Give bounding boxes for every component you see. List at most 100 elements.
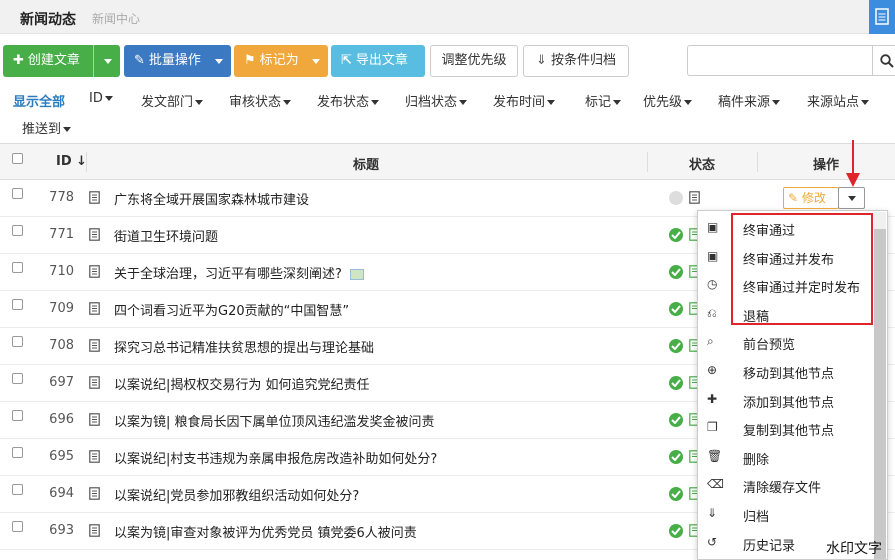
row-title-link[interactable]: 关于全球治理，习近平有哪些深刻阐述? — [114, 263, 364, 282]
row-checkbox[interactable] — [12, 447, 23, 458]
row-title-link[interactable]: 街道卫生环境问题 — [114, 226, 218, 245]
chevron-down-icon — [215, 59, 223, 64]
row-id: 778 — [49, 190, 74, 205]
move-icon: ⊕ — [707, 363, 718, 377]
chevron-down-icon — [195, 100, 204, 105]
menu-item-plus[interactable]: ✚ 添加到其他节点 — [698, 386, 874, 414]
menu-item-move[interactable]: ⊕ 移动到其他节点 — [698, 357, 874, 385]
export-article-button[interactable]: ⇱ 导出文章 — [331, 45, 425, 77]
document-icon — [89, 228, 100, 245]
top-bar: 新闻动态 新闻中心 — [0, 0, 895, 34]
export-icon: ⇱ — [341, 53, 352, 68]
menu-scrollbar-thumb[interactable] — [874, 229, 886, 559]
create-article-button[interactable]: ✚ 创建文章 — [3, 45, 120, 77]
row-title-link[interactable]: 广东将全域开展国家森林城市建设 — [114, 189, 309, 208]
chevron-down-icon — [104, 96, 113, 101]
chevron-down-icon — [371, 100, 380, 105]
edit-icon: ✎ — [788, 191, 799, 205]
image-icon — [349, 269, 364, 280]
watermark-text: 水印文字 — [826, 541, 882, 557]
row-title-link[interactable]: 以案为镜| 粮食局长因下属单位顶风违纪滥发奖金被问责 — [114, 411, 435, 430]
filter-archive-status[interactable]: 归档状态 — [405, 91, 468, 110]
document-icon — [89, 265, 100, 282]
filter-show-all[interactable]: 显示全部 — [13, 91, 65, 110]
annotation-arrow-head — [846, 173, 860, 187]
mark-as-button[interactable]: ⚑ 标记为 — [234, 45, 328, 77]
row-title-link[interactable]: 以案说纪|党员参加邪教组织活动如何处分? — [114, 485, 359, 504]
menu-item-clear-cache[interactable]: ⌫ 清除缓存文件 — [698, 471, 874, 499]
annotation-highlight-box — [731, 213, 873, 325]
menu-item-copy[interactable]: ❐ 复制到其他节点 — [698, 414, 874, 442]
row-id: 694 — [49, 486, 74, 501]
row-checkbox[interactable] — [12, 225, 23, 236]
chevron-down-icon — [861, 100, 870, 105]
document-status-icon — [689, 191, 700, 208]
filter-source[interactable]: 稿件来源 — [718, 91, 781, 110]
adjust-priority-button[interactable]: 调整优先级 — [430, 45, 518, 77]
row-checkbox[interactable] — [12, 484, 23, 495]
select-all-checkbox[interactable] — [12, 153, 23, 164]
approve-icon: ▣ — [707, 220, 719, 234]
menu-item-trash[interactable]: 🗑 删除 — [698, 443, 874, 471]
row-checkbox[interactable] — [12, 521, 23, 532]
status-pending-icon — [669, 191, 683, 205]
row-title-link[interactable]: 四个词看习近平为G20贡献的“中国智慧” — [114, 300, 349, 319]
status-approved-icon — [669, 302, 683, 316]
table-header: ID ↓ 标题 状态 操作 — [0, 143, 895, 180]
breadcrumb[interactable]: 新闻中心 — [92, 10, 140, 27]
history-icon: ↺ — [707, 534, 718, 549]
more-actions-toggle[interactable] — [838, 187, 865, 209]
chevron-down-icon — [63, 127, 72, 132]
row-checkbox[interactable] — [12, 188, 23, 199]
filter-bar: 显示全部 ID 发文部门 审核状态 发布状态 归档状态 发布时间 标记 优先级 … — [0, 88, 895, 140]
document-icon — [89, 450, 100, 467]
filter-publish-status[interactable]: 发布状态 — [317, 91, 380, 110]
filter-publish-time[interactable]: 发布时间 — [493, 91, 556, 110]
filter-department[interactable]: 发文部门 — [141, 91, 204, 110]
clear-cache-icon: ⌫ — [707, 477, 724, 492]
search-input[interactable] — [687, 45, 873, 76]
row-id: 696 — [49, 412, 74, 427]
clock-icon: ◷ — [707, 277, 718, 292]
document-corner-button[interactable] — [869, 0, 895, 34]
chevron-down-icon[interactable] — [104, 59, 112, 64]
page-title: 新闻动态 — [20, 12, 76, 28]
copy-icon: ❐ — [707, 420, 718, 435]
search-button[interactable] — [872, 45, 895, 76]
archive-by-condition-button[interactable]: ⇓ 按条件归档 — [523, 45, 629, 77]
chevron-down-icon — [547, 100, 556, 105]
tag-icon: ⚑ — [244, 53, 256, 68]
row-title-link[interactable]: 以案说纪|揭权权交易行为 如何追究党纪责任 — [114, 374, 370, 393]
filter-push-to[interactable]: 推送到 — [22, 118, 72, 137]
row-checkbox[interactable] — [12, 262, 23, 273]
row-title-link[interactable]: 探究习总书记精准扶贫思想的提出与理论基础 — [114, 337, 374, 356]
batch-operation-button[interactable]: ✎ 批量操作 — [124, 45, 231, 77]
chevron-down-icon — [848, 196, 856, 201]
row-checkbox[interactable] — [12, 299, 23, 310]
menu-item-archive[interactable]: ⇓ 归档 — [698, 500, 874, 528]
status-approved-icon — [669, 376, 683, 390]
row-title-link[interactable]: 以案说纪|村支书违规为亲属申报危房改造补助如何处分? — [114, 448, 437, 467]
row-id: 710 — [49, 264, 74, 279]
document-icon — [89, 302, 100, 319]
status-approved-icon — [669, 487, 683, 501]
row-checkbox[interactable] — [12, 336, 23, 347]
column-header-id[interactable]: ID ↓ — [56, 154, 87, 169]
document-icon — [89, 524, 100, 541]
filter-source-site[interactable]: 来源站点 — [807, 91, 870, 110]
row-checkbox[interactable] — [12, 410, 23, 421]
filter-priority[interactable]: 优先级 — [643, 91, 693, 110]
filter-mark[interactable]: 标记 — [585, 91, 622, 110]
edit-button[interactable]: ✎ 修改 — [783, 187, 839, 209]
filter-review-status[interactable]: 审核状态 — [229, 91, 292, 110]
filter-id[interactable]: ID — [89, 91, 113, 106]
chevron-down-icon — [613, 100, 622, 105]
row-title-link[interactable]: 以案为镜|审查对象被评为优秀党员 镇党委6人被问责 — [114, 522, 417, 541]
row-checkbox[interactable] — [12, 373, 23, 384]
chevron-down-icon — [772, 100, 781, 105]
menu-item-preview[interactable]: ⌕ 前台预览 — [698, 328, 874, 356]
row-id: 695 — [49, 449, 74, 464]
chevron-down-icon — [312, 59, 320, 64]
document-icon — [89, 191, 100, 208]
plus-icon: ✚ — [707, 391, 718, 406]
